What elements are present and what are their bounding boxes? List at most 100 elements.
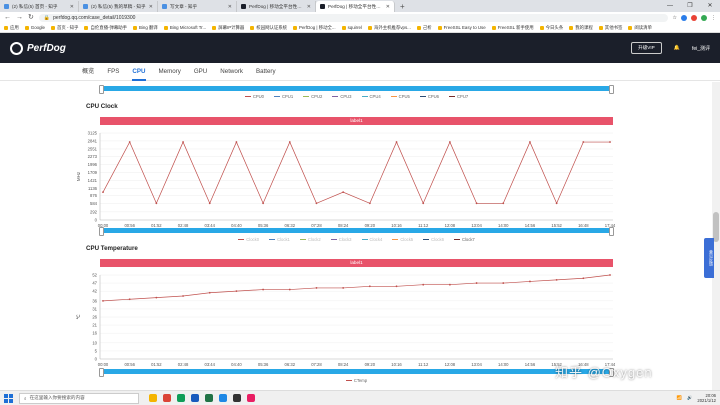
legend-line-icon [345,380,352,381]
legend-item[interactable]: Clock4 [361,237,382,242]
bookmark-item[interactable]: 海外主机推荐vps... [367,25,411,31]
y-tick-label: 36 [92,298,97,303]
close-tab-icon[interactable]: ✕ [228,4,232,10]
minimize-button[interactable]: — [660,0,680,12]
legend-item[interactable]: Clock2 [299,237,321,242]
bookmark-item[interactable]: 应用 [4,25,19,31]
legend-line-icon [269,239,276,240]
tab-memory[interactable]: Memory [159,63,181,81]
legend-item[interactable]: Clock6 [423,237,444,242]
y-tick-label: 584 [90,201,98,206]
tab-fps[interactable]: FPS [107,63,119,81]
cpu-clock-zoom-slider[interactable] [99,227,614,236]
back-arrow-icon[interactable]: ← [4,12,11,23]
close-tab-icon[interactable]: ✕ [149,4,153,10]
star-icon[interactable]: ☆ [673,15,677,21]
app-icon[interactable] [247,394,255,402]
extension-icon[interactable] [691,14,697,21]
forward-arrow-icon[interactable]: → [16,12,23,23]
legend-item[interactable]: CPU4 [361,94,381,99]
new-tab-button[interactable]: + [395,1,410,12]
url-field[interactable]: 🔒 perfdog.qq.com/case_detail/1019300 [38,13,668,22]
tab-概览[interactable]: 概览 [82,63,94,81]
bookmark-item[interactable]: 我的课程 [569,25,593,31]
legend-item[interactable]: CPU7 [449,94,468,99]
bookmark-item[interactable]: Google [24,25,45,30]
legend-item[interactable]: CTemp [345,378,367,383]
legend-item[interactable]: CPU0 [244,94,264,99]
terminal-icon[interactable] [233,394,241,402]
bookmark-item[interactable]: 首页 - 知乎 [50,25,78,31]
data-point [288,141,291,143]
cpu-usage-zoom-slider[interactable] [99,85,614,94]
browser-tab[interactable]: PerfDog | 移动全平台性能测试...✕ [237,1,316,12]
perfdog-logo[interactable]: PerfDog [10,41,66,55]
taskbar-clock[interactable]: 20:06 2021/1/12 [697,393,716,403]
legend-item[interactable]: CPU6 [419,94,439,99]
bookmark-item[interactable]: Bing 翻译 [133,25,158,31]
tab-cpu[interactable]: CPU [132,63,146,81]
tab-gpu[interactable]: GPU [194,63,207,81]
excel-icon[interactable] [205,394,213,402]
upgrade-vip-button[interactable]: 升级VIP [631,42,662,54]
close-window-button[interactable]: ✕ [700,0,720,12]
windows-start-icon[interactable] [4,393,13,403]
data-point [395,141,398,143]
file-explorer-icon[interactable] [149,394,157,402]
maximize-button[interactable]: ❐ [680,0,700,12]
browser-tab[interactable]: 写文章 - 知乎 ✕ [158,1,237,12]
reload-icon[interactable]: ↻ [28,12,34,23]
legend-item[interactable]: Clock5 [392,237,413,242]
x-tick-label: 14:00 [498,362,509,367]
legend-item[interactable]: Clock1 [269,237,290,242]
bookmark-item[interactable]: FreeSSL Easy to Use [437,25,486,30]
bookmark-label: Google [30,25,45,30]
taskbar-search-input[interactable]: ⌕ 在这里输入你要搜索的内容 [19,392,139,404]
browser-tab-active[interactable]: PerfDog | 移动全平台性能测试...✕ [316,1,395,12]
page-scrollbar[interactable] [712,82,720,390]
legend-item[interactable]: CPU1 [273,94,293,99]
close-tab-icon[interactable]: ✕ [386,4,390,10]
tab-network[interactable]: Network [220,63,243,81]
x-tick-label: 08:24 [338,362,349,367]
bell-icon[interactable]: 🔔 [674,45,680,51]
bookmark-item[interactable]: 校园网认证系统 [250,25,287,31]
browser-tab[interactable]: (2) 私信(5) 首页 - 知乎 ✕ [0,1,79,12]
user-name[interactable]: fei_测评 [692,45,710,52]
bookmark-item[interactable]: FreeSSL 新手使用 [491,25,534,31]
menu-icon[interactable]: ⋮ [711,15,716,21]
bookmark-item[interactable]: Bing Microsoft Tr... [163,25,206,30]
legend-item[interactable]: Clock0 [238,237,259,242]
tab-battery[interactable]: Battery [256,63,276,81]
analysis-tabs: 概览 FPS CPU Memory GPU Network Battery [0,63,720,81]
legend-line-icon [303,96,310,97]
browser-tab[interactable]: (2) 私信(5) 我的草稿 - 知乎 ✕ [79,1,158,12]
bookmark-item[interactable]: squirrel [341,25,362,30]
chrome-icon[interactable] [163,394,171,402]
legend-item[interactable]: Clock3 [330,237,352,242]
volume-icon[interactable]: 🔊 [687,395,692,401]
extension-icon[interactable] [681,14,687,21]
network-icon[interactable]: 📶 [677,395,682,401]
bookmark-item[interactable]: 屏幕IP计算器 [212,25,244,31]
word-icon[interactable] [191,394,199,402]
avatar[interactable] [701,14,707,21]
bookmark-item[interactable]: PerfDog | 移动全... [293,25,336,31]
legend-item[interactable]: CPU2 [303,94,322,99]
legend-item[interactable]: Clock7 [453,237,475,242]
x-tick-label: 12:08 [445,362,456,367]
legend-item[interactable]: CPU3 [332,94,352,99]
feedback-tab[interactable]: 意见反馈 [704,238,714,278]
app-icon[interactable] [219,394,227,402]
close-tab-icon[interactable]: ✕ [70,4,74,10]
bookmark-item[interactable]: 阅读清单 [628,25,652,31]
bookmark-item[interactable]: 其他书签 [598,25,622,31]
zhihu-favicon-icon [4,4,9,9]
bookmark-item[interactable]: 己析 [416,25,432,31]
legend-item[interactable]: CPU5 [390,94,410,99]
bookmark-item[interactable]: 今日头条 [539,25,563,31]
close-tab-icon[interactable]: ✕ [307,4,311,10]
bookmark-item[interactable]: 自伦直播-弹幕助手 [84,25,127,31]
wechat-icon[interactable] [177,394,185,402]
cpu-temperature-zoom-slider[interactable] [99,368,614,377]
